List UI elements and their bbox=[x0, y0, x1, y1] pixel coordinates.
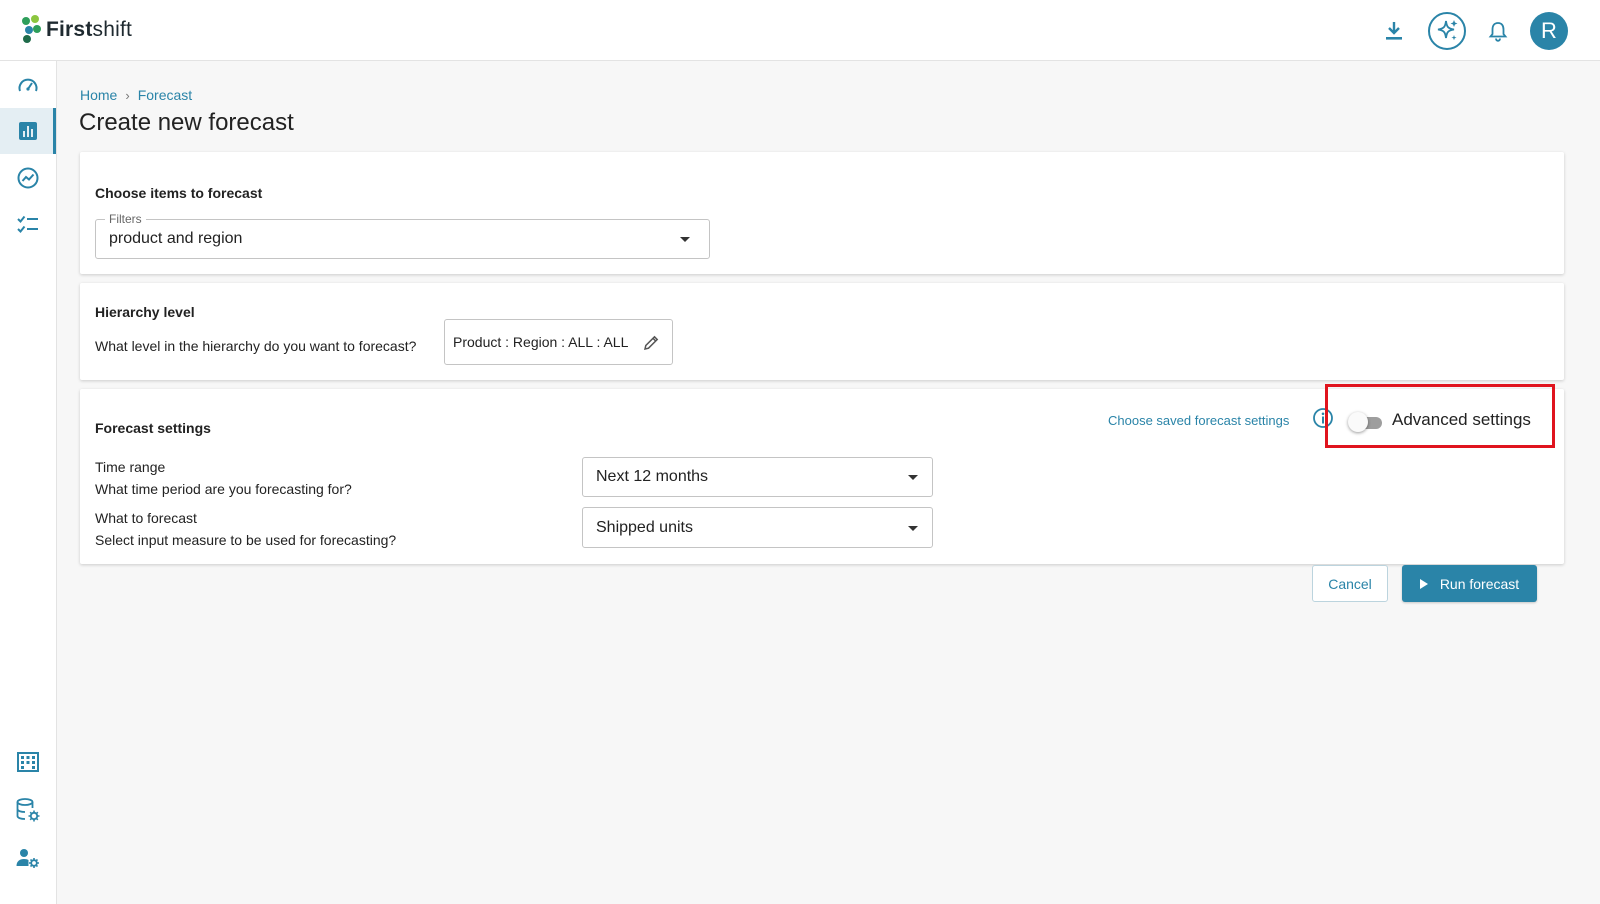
building-icon bbox=[17, 752, 39, 772]
time-range-value: Next 12 months bbox=[596, 468, 709, 485]
sidebar-item-dashboard[interactable] bbox=[0, 63, 56, 109]
user-avatar[interactable]: R bbox=[1530, 12, 1568, 50]
filters-label: Filters bbox=[105, 212, 146, 226]
filters-select[interactable]: Filters product and region bbox=[95, 212, 710, 259]
run-forecast-label: Run forecast bbox=[1439, 575, 1520, 592]
advanced-settings-label: Advanced settings bbox=[1392, 410, 1531, 429]
header-actions: R bbox=[1380, 11, 1568, 51]
sidebar bbox=[0, 61, 57, 904]
what-to-forecast-label: What to forecast bbox=[95, 510, 197, 526]
main-content: Home › Forecast Create new forecast Choo… bbox=[57, 61, 1600, 904]
breadcrumb-forecast[interactable]: Forecast bbox=[138, 87, 192, 103]
trend-icon bbox=[17, 167, 39, 189]
toggle-thumb bbox=[1348, 412, 1368, 432]
sidebar-item-analysis[interactable] bbox=[0, 155, 56, 201]
what-to-forecast-labels: What to forecast Select input measure to… bbox=[95, 507, 396, 551]
info-icon[interactable] bbox=[1312, 407, 1334, 429]
pencil-icon[interactable] bbox=[642, 334, 660, 352]
cancel-button[interactable]: Cancel bbox=[1312, 565, 1388, 602]
what-to-forecast-select[interactable]: Shipped units bbox=[582, 507, 933, 548]
hierarchy-level-field[interactable]: Product : Region : ALL : ALL bbox=[444, 319, 673, 365]
chevron-down-icon bbox=[680, 237, 690, 242]
time-range-labels: Time range What time period are you fore… bbox=[95, 456, 352, 500]
what-to-forecast-value: Shipped units bbox=[596, 519, 693, 536]
forecast-settings-card: Forecast settings Choose saved forecast … bbox=[80, 384, 1564, 564]
sidebar-item-tasks[interactable] bbox=[0, 202, 56, 248]
choose-saved-settings-link[interactable]: Choose saved forecast settings bbox=[1108, 413, 1289, 428]
download-icon[interactable] bbox=[1380, 17, 1408, 45]
hierarchy-card: Hierarchy level What level in the hierar… bbox=[80, 283, 1564, 380]
sidebar-item-organization[interactable] bbox=[0, 739, 56, 785]
breadcrumb-separator: › bbox=[125, 87, 130, 103]
play-icon bbox=[1419, 578, 1428, 589]
sidebar-item-forecast[interactable] bbox=[0, 108, 56, 154]
hierarchy-heading: Hierarchy level bbox=[95, 304, 195, 320]
user-settings-icon bbox=[16, 849, 39, 868]
time-range-question: What time period are you forecasting for… bbox=[95, 481, 352, 497]
what-to-forecast-question: Select input measure to be used for fore… bbox=[95, 532, 397, 548]
hierarchy-question: What level in the hierarchy do you want … bbox=[95, 338, 417, 354]
time-range-label: Time range bbox=[95, 459, 166, 475]
choose-items-heading: Choose items to forecast bbox=[95, 185, 263, 201]
forecast-settings-heading: Forecast settings bbox=[95, 420, 211, 436]
bar-chart-icon bbox=[19, 122, 37, 140]
time-range-select[interactable]: Next 12 months bbox=[582, 457, 933, 497]
top-bar: Firstshift R bbox=[0, 0, 1600, 61]
logo-mark-icon bbox=[22, 15, 42, 45]
breadcrumb: Home › Forecast bbox=[80, 87, 192, 103]
chevron-down-icon bbox=[908, 475, 918, 480]
database-settings-icon bbox=[16, 798, 40, 822]
run-forecast-button[interactable]: Run forecast bbox=[1402, 565, 1537, 602]
logo-text: Firstshift bbox=[46, 18, 133, 41]
firstshift-logo[interactable]: Firstshift bbox=[22, 15, 132, 45]
advanced-settings-toggle[interactable] bbox=[1348, 412, 1382, 432]
page-title: Create new forecast bbox=[79, 109, 294, 136]
hierarchy-level-value: Product : Region : ALL : ALL bbox=[453, 334, 629, 350]
gauge-icon bbox=[18, 78, 38, 92]
checklist-icon bbox=[17, 215, 38, 233]
sidebar-item-user-settings[interactable] bbox=[0, 835, 56, 881]
chevron-down-icon bbox=[908, 526, 918, 531]
choose-items-card: Choose items to forecast Filters product… bbox=[80, 152, 1564, 274]
breadcrumb-home[interactable]: Home bbox=[80, 87, 117, 103]
bell-icon[interactable] bbox=[1484, 17, 1512, 45]
sidebar-item-data-settings[interactable] bbox=[0, 787, 56, 833]
filters-value: product and region bbox=[109, 230, 243, 247]
ai-sparkle-icon[interactable] bbox=[1428, 12, 1466, 50]
